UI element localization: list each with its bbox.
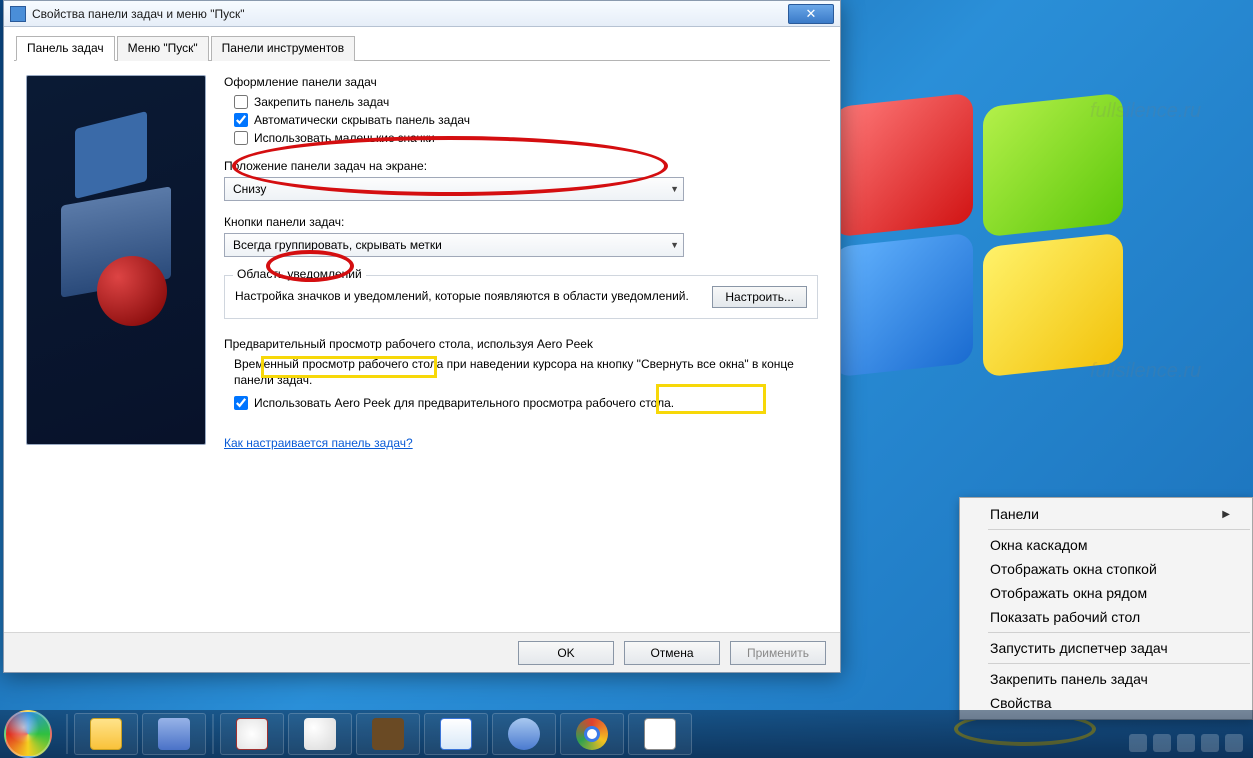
menu-separator xyxy=(988,632,1250,633)
tabs: Панель задач Меню "Пуск" Панели инструме… xyxy=(14,35,830,61)
appearance-title: Оформление панели задач xyxy=(224,75,818,89)
block-icon xyxy=(372,718,404,750)
titlebar: Свойства панели задач и меню "Пуск" ✕ xyxy=(4,1,840,27)
menu-separator xyxy=(988,663,1250,664)
taskbar-properties-dialog: Свойства панели задач и меню "Пуск" ✕ Па… xyxy=(3,0,841,673)
taskbar-thunderbird[interactable] xyxy=(492,713,556,755)
taskbar-app-1[interactable] xyxy=(142,713,206,755)
taskbar-document[interactable] xyxy=(628,713,692,755)
scissors-icon xyxy=(236,718,268,750)
preview-image xyxy=(26,75,206,445)
tray-icon[interactable] xyxy=(1177,734,1195,752)
folder-icon xyxy=(90,718,122,750)
tab-taskbar[interactable]: Панель задач xyxy=(16,36,115,61)
document-icon xyxy=(644,718,676,750)
autohide-checkbox[interactable] xyxy=(234,113,248,127)
taskbar-separator xyxy=(66,714,68,754)
mail-icon xyxy=(508,718,540,750)
notification-text: Настройка значков и уведомлений, которые… xyxy=(235,289,702,305)
chrome-icon xyxy=(576,718,608,750)
menu-separator xyxy=(988,529,1250,530)
taskbar-explorer[interactable] xyxy=(74,713,138,755)
help-link[interactable]: Как настраивается панель задач? xyxy=(224,436,413,450)
taskbar-foxit[interactable] xyxy=(424,713,488,755)
menu-panels[interactable]: Панели▶ xyxy=(960,502,1252,526)
customize-button[interactable]: Настроить... xyxy=(712,286,807,308)
submenu-arrow-icon: ▶ xyxy=(1222,509,1230,520)
close-button[interactable]: ✕ xyxy=(788,4,834,24)
position-combo[interactable]: Снизу ▼ xyxy=(224,177,684,201)
notification-legend: Область уведомлений xyxy=(233,267,366,281)
small-icons-label: Использовать маленькие значки xyxy=(254,131,435,145)
taskbar-snip[interactable] xyxy=(220,713,284,755)
dialog-icon xyxy=(10,6,26,22)
autohide-label: Автоматически скрывать панель задач xyxy=(254,113,470,127)
taskbar-separator xyxy=(212,714,214,754)
lock-taskbar-checkbox[interactable] xyxy=(234,95,248,109)
ok-button[interactable]: OK xyxy=(518,641,614,665)
aero-peek-title: Предварительный просмотр рабочего стола,… xyxy=(224,337,818,351)
chevron-down-icon: ▼ xyxy=(670,240,679,250)
notification-area-fieldset: Область уведомлений Настройка значков и … xyxy=(224,275,818,319)
aero-peek-checkbox[interactable] xyxy=(234,396,248,410)
tray-icon[interactable] xyxy=(1129,734,1147,752)
tab-start-menu[interactable]: Меню "Пуск" xyxy=(117,36,209,61)
buttons-label: Кнопки панели задач: xyxy=(224,215,818,229)
position-label: Положение панели задач на экране: xyxy=(224,159,818,173)
dialog-button-row: OK Отмена Применить xyxy=(4,632,840,672)
menu-show-desktop[interactable]: Показать рабочий стол xyxy=(960,605,1252,629)
taskbar[interactable] xyxy=(0,710,1253,758)
small-icons-checkbox[interactable] xyxy=(234,131,248,145)
taskbar-minecraft[interactable] xyxy=(356,713,420,755)
aero-peek-desc: Временный просмотр рабочего стола при на… xyxy=(234,357,818,388)
lock-taskbar-label: Закрепить панель задач xyxy=(254,95,389,109)
apply-button[interactable]: Применить xyxy=(730,641,826,665)
menu-lock-taskbar[interactable]: Закрепить панель задач xyxy=(960,667,1252,691)
menu-stack[interactable]: Отображать окна стопкой xyxy=(960,557,1252,581)
dialog-title: Свойства панели задач и меню "Пуск" xyxy=(32,7,782,21)
watermark: fullsilence.ru xyxy=(1090,360,1201,383)
position-value: Снизу xyxy=(233,182,266,196)
watermark: fullsilence.ru xyxy=(1090,100,1201,123)
cube-icon xyxy=(158,718,190,750)
aero-peek-label: Использовать Aero Peek для предварительн… xyxy=(254,396,674,410)
taskbar-context-menu: Панели▶ Окна каскадом Отображать окна ст… xyxy=(959,497,1253,720)
wallpaper-windows-logo xyxy=(833,100,1153,420)
close-icon: ✕ xyxy=(806,7,817,20)
palette-icon xyxy=(304,718,336,750)
buttons-value: Всегда группировать, скрывать метки xyxy=(233,238,442,252)
menu-cascade[interactable]: Окна каскадом xyxy=(960,533,1252,557)
taskbar-paint[interactable] xyxy=(288,713,352,755)
tray-icon[interactable] xyxy=(1153,734,1171,752)
pdf-icon xyxy=(440,718,472,750)
system-tray[interactable] xyxy=(1129,734,1243,752)
tab-toolbars[interactable]: Панели инструментов xyxy=(211,36,355,61)
cancel-button[interactable]: Отмена xyxy=(624,641,720,665)
menu-side-by-side[interactable]: Отображать окна рядом xyxy=(960,581,1252,605)
start-button[interactable] xyxy=(4,710,52,758)
tray-icon[interactable] xyxy=(1225,734,1243,752)
tray-icon[interactable] xyxy=(1201,734,1219,752)
menu-task-manager[interactable]: Запустить диспетчер задач xyxy=(960,636,1252,660)
taskbar-chrome[interactable] xyxy=(560,713,624,755)
chevron-down-icon: ▼ xyxy=(670,184,679,194)
buttons-combo[interactable]: Всегда группировать, скрывать метки ▼ xyxy=(224,233,684,257)
